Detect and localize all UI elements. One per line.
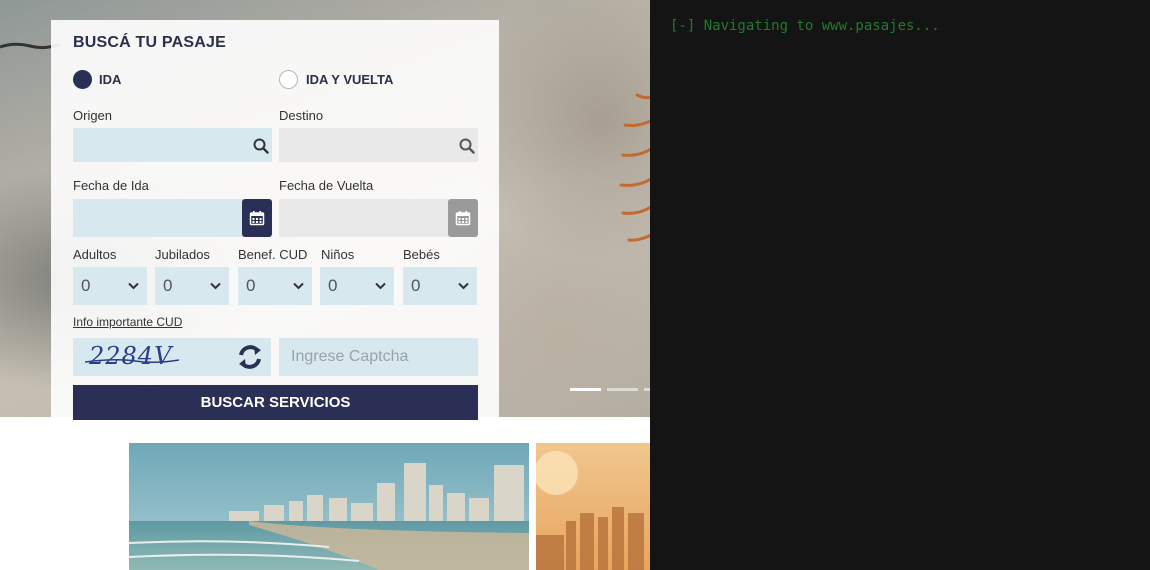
infants-label: Bebés: [403, 247, 440, 262]
slider-dot[interactable]: [607, 388, 638, 391]
calendar-icon[interactable]: [448, 199, 478, 237]
infants-select-value: 0: [411, 276, 421, 295]
radio-one-way[interactable]: [73, 70, 92, 89]
captcha-noise-line: [85, 358, 179, 364]
refresh-icon: [239, 345, 261, 369]
search-services-button[interactable]: BUSCAR SERVICIOS: [73, 385, 478, 420]
chevron-down-icon: [128, 282, 139, 290]
chevron-down-icon: [210, 282, 221, 290]
cud-info-link[interactable]: Info importante CUD: [73, 315, 182, 329]
chevron-down-icon: [293, 282, 304, 290]
children-label: Niños: [321, 247, 355, 262]
terminal-output-line: [-] Navigating to www.pasajes...: [670, 18, 940, 34]
captcha-input[interactable]: [279, 338, 478, 376]
adults-select-value: 0: [81, 276, 91, 295]
origin-label: Origen: [73, 108, 113, 123]
palm-leaf-decoration: [619, 93, 650, 242]
children-select[interactable]: 0: [320, 267, 394, 305]
captcha-image: 2284V: [73, 338, 229, 376]
radio-round-trip[interactable]: [279, 70, 298, 89]
screen: BUSCÁ TU PASAJE IDA IDA Y VUELTA Origen …: [0, 0, 1150, 570]
search-icon[interactable]: [251, 136, 271, 156]
booking-form-panel: BUSCÁ TU PASAJE IDA IDA Y VUELTA Origen …: [51, 20, 499, 420]
origin-input[interactable]: [73, 128, 272, 162]
panel-title: BUSCÁ TU PASAJE: [73, 34, 226, 51]
adults-label: Adultos: [73, 247, 117, 262]
adults-select[interactable]: 0: [73, 267, 147, 305]
browser-viewport: BUSCÁ TU PASAJE IDA IDA Y VUELTA Origen …: [0, 0, 650, 570]
return-date-input[interactable]: [279, 199, 449, 237]
captcha-refresh-button[interactable]: [229, 338, 271, 376]
destination-input[interactable]: [279, 128, 478, 162]
return-date-label: Fecha de Vuelta: [279, 178, 374, 193]
retirees-select[interactable]: 0: [155, 267, 229, 305]
search-icon[interactable]: [457, 136, 477, 156]
departure-date-label: Fecha de Ida: [73, 178, 149, 193]
departure-date-input[interactable]: [73, 199, 243, 237]
retirees-label: Jubilados: [155, 247, 210, 262]
retirees-select-value: 0: [163, 276, 173, 295]
cud-beneficiaries-label: Benef. CUD: [238, 247, 308, 262]
cud-beneficiaries-select[interactable]: 0: [238, 267, 312, 305]
radio-round-trip-label[interactable]: IDA Y VUELTA: [306, 72, 393, 87]
radio-one-way-label[interactable]: IDA: [99, 72, 121, 87]
calendar-icon[interactable]: [242, 199, 272, 237]
chevron-down-icon: [375, 282, 386, 290]
destination-card-image[interactable]: [129, 443, 529, 570]
cud-beneficiaries-select-value: 0: [246, 276, 256, 295]
children-select-value: 0: [328, 276, 338, 295]
terminal-panel: [-] Navigating to www.pasajes...: [650, 0, 1150, 570]
slider-dot[interactable]: [570, 388, 601, 391]
destination-card-image[interactable]: [536, 443, 650, 570]
infants-select[interactable]: 0: [403, 267, 477, 305]
chevron-down-icon: [458, 282, 469, 290]
destination-label: Destino: [279, 108, 324, 123]
slider-pagination: [570, 388, 650, 391]
